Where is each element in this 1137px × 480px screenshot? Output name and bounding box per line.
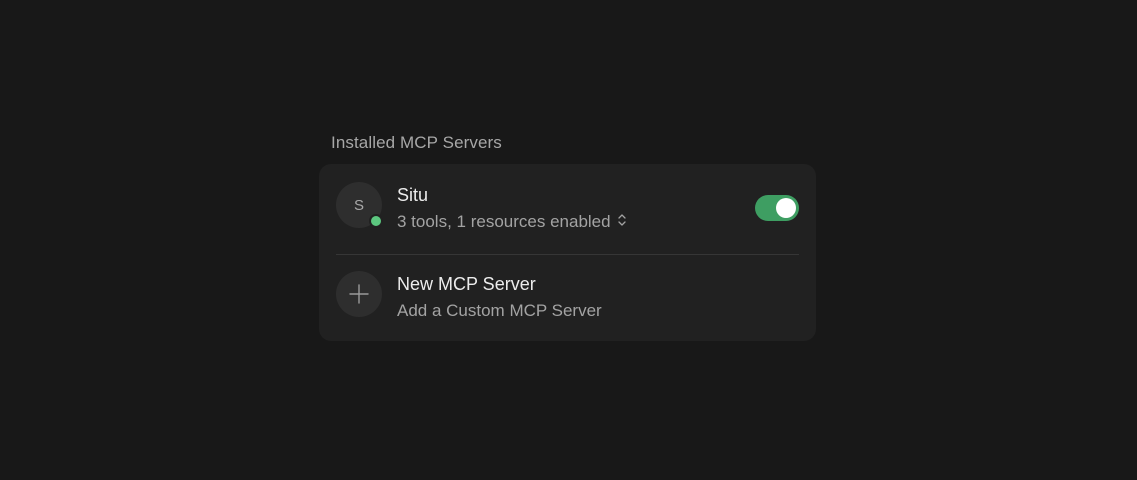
divider	[336, 254, 799, 255]
chevron-up-down-icon	[617, 212, 627, 232]
mcp-server-list: S Situ 3 tools, 1 resources enabled New …	[319, 164, 816, 341]
section-title: Installed MCP Servers	[331, 133, 502, 152]
status-connected-icon	[369, 214, 383, 228]
avatar-letter: S	[353, 196, 364, 214]
server-row-situ[interactable]: S Situ 3 tools, 1 resources enabled	[336, 182, 799, 231]
new-mcp-server-button[interactable]: New MCP Server Add a Custom MCP Server	[336, 271, 799, 320]
toggle-knob	[776, 198, 796, 218]
add-server-icon-circle	[336, 271, 382, 317]
server-capabilities-summary: 3 tools, 1 resources enabled	[397, 212, 611, 231]
server-name: Situ	[397, 185, 429, 205]
new-server-subtitle: Add a Custom MCP Server	[397, 301, 602, 320]
server-enabled-toggle[interactable]	[755, 195, 799, 221]
new-server-title: New MCP Server	[397, 274, 536, 294]
server-capabilities-dropdown[interactable]: 3 tools, 1 resources enabled	[397, 212, 627, 232]
plus-icon	[349, 284, 369, 304]
